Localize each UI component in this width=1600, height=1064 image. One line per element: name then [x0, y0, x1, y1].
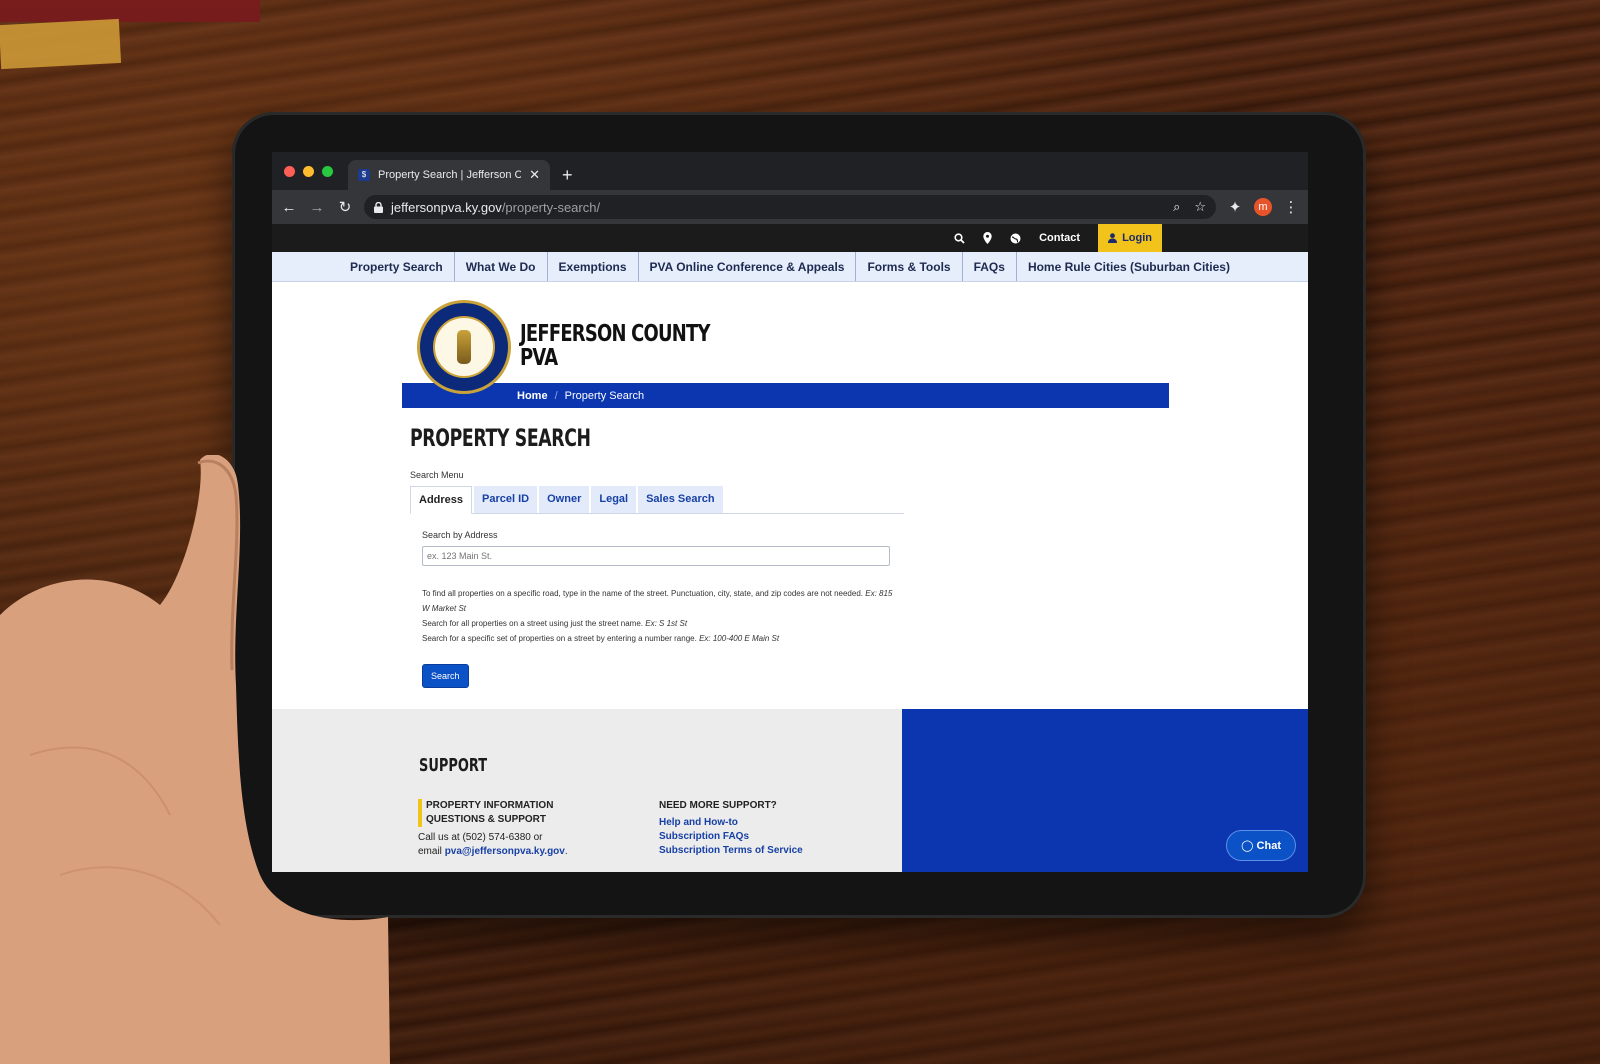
help-line-1: To find all properties on a specific roa…	[422, 586, 894, 616]
nav-item-what-we-do[interactable]: What We Do	[455, 252, 548, 281]
bookmark-star-icon[interactable]: ☆	[1194, 199, 1206, 215]
help-line-3-example: Ex: 100-400 E Main St	[699, 634, 780, 643]
login-label: Login	[1122, 232, 1152, 244]
footer-contact-heading-line-1: PROPERTY INFORMATION	[426, 800, 554, 811]
footer-email-line: email pva@jeffersonpva.ky.gov.	[418, 845, 568, 859]
footer-email-link[interactable]: pva@jeffersonpva.ky.gov	[445, 846, 565, 857]
brand-line-2: PVA	[520, 345, 558, 371]
tab-address[interactable]: Address	[410, 486, 473, 514]
footer-email-suffix: .	[564, 846, 568, 857]
login-button[interactable]: Login	[1098, 224, 1162, 252]
site-header: JEFFERSON COUNTY PVA Home / Property Sea…	[272, 282, 1308, 408]
footer-contact-heading: PROPERTY INFORMATION QUESTIONS & SUPPORT	[418, 799, 568, 827]
brand-line-1: JEFFERSON COUNTY	[520, 321, 710, 347]
address-field-label: Search by Address	[422, 530, 498, 540]
utility-bar: Contact Login	[272, 224, 1308, 252]
breadcrumb-home-link[interactable]: Home	[517, 390, 548, 402]
nav-item-faqs[interactable]: FAQs	[963, 252, 1017, 281]
site-footer: SUPPORT PROPERTY INFORMATION QUESTIONS &…	[272, 709, 1308, 872]
help-line-2-example: Ex: S 1st St	[645, 619, 688, 628]
reload-icon[interactable]: ↻	[336, 198, 354, 216]
close-window-button[interactable]	[284, 166, 295, 177]
footer-title: SUPPORT	[419, 755, 488, 776]
chat-button[interactable]: ◯ Chat	[1226, 830, 1296, 861]
footer-phone: Call us at (502) 574-6380 or	[418, 832, 543, 843]
help-line-1-text: To find all properties on a specific roa…	[422, 589, 864, 598]
nav-item-property-search[interactable]: Property Search	[339, 252, 455, 281]
search-icon[interactable]	[954, 232, 965, 244]
nav-item-forms-tools[interactable]: Forms & Tools	[856, 252, 963, 281]
help-line-3: Search for a specific set of properties …	[422, 631, 894, 646]
seal-figures	[457, 330, 471, 364]
tab-legal[interactable]: Legal	[591, 486, 637, 513]
tab-sales-search[interactable]: Sales Search	[638, 486, 723, 513]
footer-contact-column: PROPERTY INFORMATION QUESTIONS & SUPPORT…	[418, 799, 568, 859]
main-navigation: Property Search What We Do Exemptions PV…	[272, 252, 1308, 282]
browser-toolbar: ← → ↻ jeffersonpva.ky.gov/property-searc…	[272, 190, 1308, 224]
help-line-2: Search for all properties on a street us…	[422, 616, 894, 631]
new-tab-button[interactable]: +	[562, 165, 573, 186]
tab-close-icon[interactable]: ✕	[529, 167, 540, 183]
main-content: PROPERTY SEARCH Search Menu Address Parc…	[272, 408, 1308, 688]
breadcrumb-separator: /	[554, 389, 558, 402]
zoom-icon[interactable]: ⌕	[1173, 199, 1180, 215]
breadcrumb: Home / Property Search	[402, 383, 1169, 408]
profile-avatar[interactable]: m	[1254, 198, 1272, 216]
seal-center	[433, 316, 495, 378]
footer-link-subscription-faqs[interactable]: Subscription FAQs	[659, 830, 803, 844]
search-help-text: To find all properties on a specific roa…	[422, 586, 894, 646]
window-controls	[284, 166, 333, 177]
address-search-form: Search by Address To find all properties…	[410, 514, 1308, 688]
footer-email-prefix: email	[418, 846, 442, 857]
back-arrow-icon[interactable]: ←	[280, 199, 298, 216]
footer-more-support-column: NEED MORE SUPPORT? Help and How-to Subsc…	[659, 799, 803, 858]
chat-bubble-icon: ◯	[1241, 840, 1254, 852]
forward-arrow-icon[interactable]: →	[308, 199, 326, 216]
tab-title: Property Search | Jefferson Co	[378, 169, 522, 181]
search-menu-label: Search Menu	[410, 470, 464, 480]
help-line-2-text: Search for all properties on a street us…	[422, 619, 644, 628]
footer-blue-panel: ◯ Chat	[902, 709, 1308, 872]
tab-parcel-id[interactable]: Parcel ID	[474, 486, 538, 513]
breadcrumb-current: Property Search	[564, 389, 645, 402]
globe-icon[interactable]	[1010, 233, 1021, 244]
search-button[interactable]: Search	[422, 664, 469, 688]
map-pin-icon[interactable]	[983, 232, 992, 244]
footer-link-help[interactable]: Help and How-to	[659, 816, 803, 830]
nav-item-exemptions[interactable]: Exemptions	[548, 252, 639, 281]
footer-more-support-heading: NEED MORE SUPPORT?	[659, 800, 777, 811]
tablet-screen: $ Property Search | Jefferson Co ✕ + ← →…	[272, 152, 1308, 872]
nav-item-conference-appeals[interactable]: PVA Online Conference & Appeals	[639, 252, 857, 281]
page-title: PROPERTY SEARCH	[410, 424, 591, 452]
footer-contact-heading-line-2: QUESTIONS & SUPPORT	[426, 814, 547, 825]
chat-label: Chat	[1256, 840, 1281, 852]
contact-link[interactable]: Contact	[1039, 232, 1080, 244]
browser-tab-bar: $ Property Search | Jefferson Co ✕ +	[272, 152, 1308, 190]
kentucky-seal-logo[interactable]	[417, 300, 511, 394]
footer-support-panel: SUPPORT PROPERTY INFORMATION QUESTIONS &…	[272, 709, 902, 872]
browser-menu-icon[interactable]: ⋮	[1282, 198, 1300, 216]
search-tabs: Address Parcel ID Owner Legal Sales Sear…	[410, 486, 904, 514]
maximize-window-button[interactable]	[322, 166, 333, 177]
site-brand[interactable]: JEFFERSON COUNTY PVA	[520, 322, 710, 370]
favicon-icon: $	[358, 169, 370, 181]
footer-link-subscription-terms[interactable]: Subscription Terms of Service	[659, 844, 803, 858]
url-host: jeffersonpva.ky.gov	[391, 199, 502, 215]
address-search-input[interactable]	[422, 546, 890, 566]
address-bar[interactable]: jeffersonpva.ky.gov/property-search/ ⌕ ☆	[364, 195, 1216, 219]
browser-tab-active[interactable]: $ Property Search | Jefferson Co ✕	[348, 160, 550, 190]
nav-item-home-rule-cities[interactable]: Home Rule Cities (Suburban Cities)	[1017, 252, 1241, 281]
tab-owner[interactable]: Owner	[539, 486, 590, 513]
minimize-window-button[interactable]	[303, 166, 314, 177]
extensions-puzzle-icon[interactable]: ✦	[1226, 198, 1244, 216]
user-icon	[1108, 233, 1118, 243]
url-path: /property-search/	[501, 199, 601, 215]
lock-icon	[374, 201, 383, 213]
help-line-3-text: Search for a specific set of properties …	[422, 634, 697, 643]
